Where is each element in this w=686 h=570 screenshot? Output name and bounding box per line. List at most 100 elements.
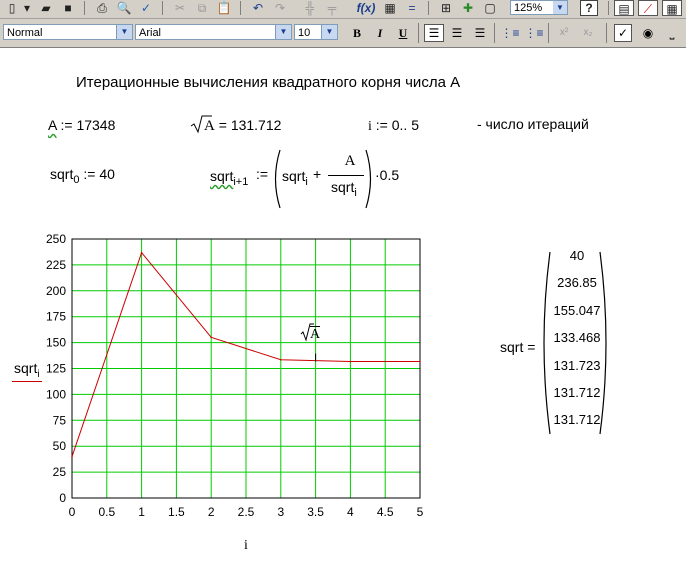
y-tick-label: 100 bbox=[46, 387, 66, 401]
subscript: i+1 bbox=[233, 175, 249, 188]
range-definition[interactable]: i := 0.. 5 bbox=[368, 117, 419, 135]
cut-icon[interactable]: ✂ bbox=[170, 0, 190, 16]
checkbox-control-icon[interactable]: ✓ bbox=[614, 24, 632, 42]
y-label-text: sqrt bbox=[14, 360, 38, 376]
component-icon[interactable]: ⊞ bbox=[436, 0, 456, 16]
y-tick-label: 225 bbox=[46, 258, 66, 272]
matrix-label: sqrt = bbox=[500, 339, 536, 355]
x-tick-label: 1 bbox=[138, 505, 145, 519]
save-icon[interactable]: ■ bbox=[58, 0, 78, 16]
bullets-icon[interactable]: ⋮≡ bbox=[500, 24, 520, 42]
graph-palette-icon[interactable]: ⟋ bbox=[638, 0, 658, 16]
x-tick-label: 0.5 bbox=[98, 505, 115, 519]
align-center-icon[interactable]: ☰ bbox=[447, 24, 467, 42]
sqrt-a-value: 131.712 bbox=[230, 117, 282, 133]
y-tick-label: 50 bbox=[53, 439, 67, 453]
range-note: - число итераций bbox=[477, 116, 589, 132]
x-tick-label: 4 bbox=[347, 505, 354, 519]
fraction-numerator: A bbox=[344, 153, 356, 169]
print-icon[interactable]: ⎙ bbox=[92, 0, 112, 16]
italic-button[interactable]: I bbox=[370, 24, 390, 42]
paste-icon[interactable]: 📋 bbox=[214, 0, 234, 16]
chevron-down-icon[interactable]: ▼ bbox=[321, 25, 337, 39]
chevron-down-icon[interactable]: ▼ bbox=[116, 25, 132, 39]
new-dropdown-icon[interactable]: ▾ bbox=[22, 0, 32, 16]
toolbar-separator bbox=[428, 1, 429, 15]
iteration-term[interactable]: sqrti bbox=[282, 168, 308, 188]
variable-name: A bbox=[48, 117, 57, 133]
toolbar-separator bbox=[162, 1, 163, 15]
chart-x-label: i bbox=[244, 538, 248, 553]
fraction-denominator: sqrti bbox=[331, 179, 357, 199]
calculator-palette-icon[interactable]: ▤ bbox=[614, 0, 634, 16]
open-folder-icon[interactable]: ▰ bbox=[36, 0, 56, 16]
chart-annotation-sqrt-a: A bbox=[300, 322, 321, 343]
toolbar-separator bbox=[84, 1, 85, 15]
toolbar-separator bbox=[240, 1, 241, 15]
underline-button[interactable]: U bbox=[393, 24, 413, 42]
range-value: 0.. 5 bbox=[391, 117, 419, 133]
matrix-cell: 131.712 bbox=[553, 385, 601, 400]
bold-button[interactable]: B bbox=[347, 24, 367, 42]
print-preview-icon[interactable]: 🔍 bbox=[114, 0, 134, 16]
page-title: Итерационные вычисления квадратного корн… bbox=[76, 74, 461, 91]
align-regions-icon[interactable]: ╬ bbox=[300, 0, 320, 16]
y-tick-label: 0 bbox=[59, 491, 66, 505]
undo-icon[interactable]: ↶ bbox=[248, 0, 268, 16]
help-button[interactable]: ? bbox=[580, 0, 598, 16]
toolbar-separator bbox=[606, 23, 607, 43]
subscript: 0 bbox=[73, 173, 80, 186]
subscript-icon[interactable]: x₂ bbox=[578, 24, 598, 42]
matrix-palette-icon[interactable]: ▦ bbox=[662, 0, 682, 16]
matrix-cell: 131.723 bbox=[553, 357, 601, 373]
chevron-down-icon[interactable]: ▼ bbox=[553, 1, 567, 14]
superscript-icon[interactable]: x² bbox=[554, 24, 574, 42]
data-point bbox=[210, 336, 212, 339]
window-icon[interactable]: ▢ bbox=[480, 0, 500, 16]
matrix-cell: 40 bbox=[569, 248, 585, 263]
initial-value-definition[interactable]: sqrt0 := 40 bbox=[50, 166, 115, 186]
toolbar-separator bbox=[494, 23, 495, 43]
a-definition[interactable]: A := 17348 bbox=[48, 117, 115, 133]
new-document-icon[interactable]: ▯ bbox=[2, 0, 22, 16]
y-tick-label: 175 bbox=[46, 310, 66, 324]
insert-unit-icon[interactable]: ▦ bbox=[380, 0, 400, 16]
style-value: Normal bbox=[7, 27, 43, 39]
multiplier: ·0.5 bbox=[375, 167, 400, 183]
data-point bbox=[349, 360, 352, 363]
resource-icon[interactable]: ✚ bbox=[458, 0, 478, 16]
zoom-combo[interactable]: 125% ▼ bbox=[510, 0, 568, 15]
font-combo[interactable]: Arial ▼ bbox=[135, 24, 292, 40]
definition-operator: := bbox=[60, 117, 73, 133]
data-point bbox=[71, 455, 73, 458]
sqrt-a-evaluation[interactable]: A = 131.712 bbox=[190, 114, 281, 135]
align-regions-down-icon[interactable]: ╤ bbox=[322, 0, 342, 16]
x-tick-label: 3 bbox=[277, 505, 284, 519]
insert-function-icon[interactable]: f(x) bbox=[356, 0, 376, 16]
numbering-icon[interactable]: ⋮≡ bbox=[524, 24, 544, 42]
iteration-formula-lhs[interactable]: sqrti+1 bbox=[210, 168, 248, 188]
y-label-legend-line bbox=[12, 381, 42, 382]
spell-check-icon[interactable]: ✓ bbox=[136, 0, 156, 16]
align-right-icon[interactable]: ☰ bbox=[470, 24, 490, 42]
push-button-control-icon[interactable]: ⎵ bbox=[662, 24, 682, 42]
redo-icon[interactable]: ↷ bbox=[270, 0, 290, 16]
annotation-text: A bbox=[310, 326, 321, 342]
align-left-icon[interactable]: ☰ bbox=[424, 24, 444, 42]
x-tick-label: 2 bbox=[208, 505, 215, 519]
matrix-cell: 131.712 bbox=[553, 412, 601, 428]
calculate-icon[interactable]: = bbox=[402, 0, 422, 16]
radio-control-icon[interactable]: ◉ bbox=[638, 24, 658, 42]
chevron-down-icon[interactable]: ▼ bbox=[275, 25, 291, 39]
line-chart[interactable]: 0 0.5 1 1.5 2 2.5 3 3.5 4 4.5 50255075100125150175… bbox=[0, 228, 440, 528]
range-variable: i bbox=[368, 119, 372, 134]
font-size-combo[interactable]: 10 ▼ bbox=[294, 24, 338, 40]
y-tick-label: 200 bbox=[46, 284, 66, 298]
variable-name: sqrt bbox=[282, 168, 306, 184]
definition-operator: := bbox=[375, 117, 388, 133]
x-tick-label: 0 bbox=[69, 505, 76, 519]
style-combo[interactable]: Normal ▼ bbox=[3, 24, 133, 40]
fraction-bar bbox=[328, 175, 364, 176]
chart-y-label: sqrti bbox=[14, 360, 40, 380]
copy-icon[interactable]: ⧉ bbox=[192, 0, 212, 16]
